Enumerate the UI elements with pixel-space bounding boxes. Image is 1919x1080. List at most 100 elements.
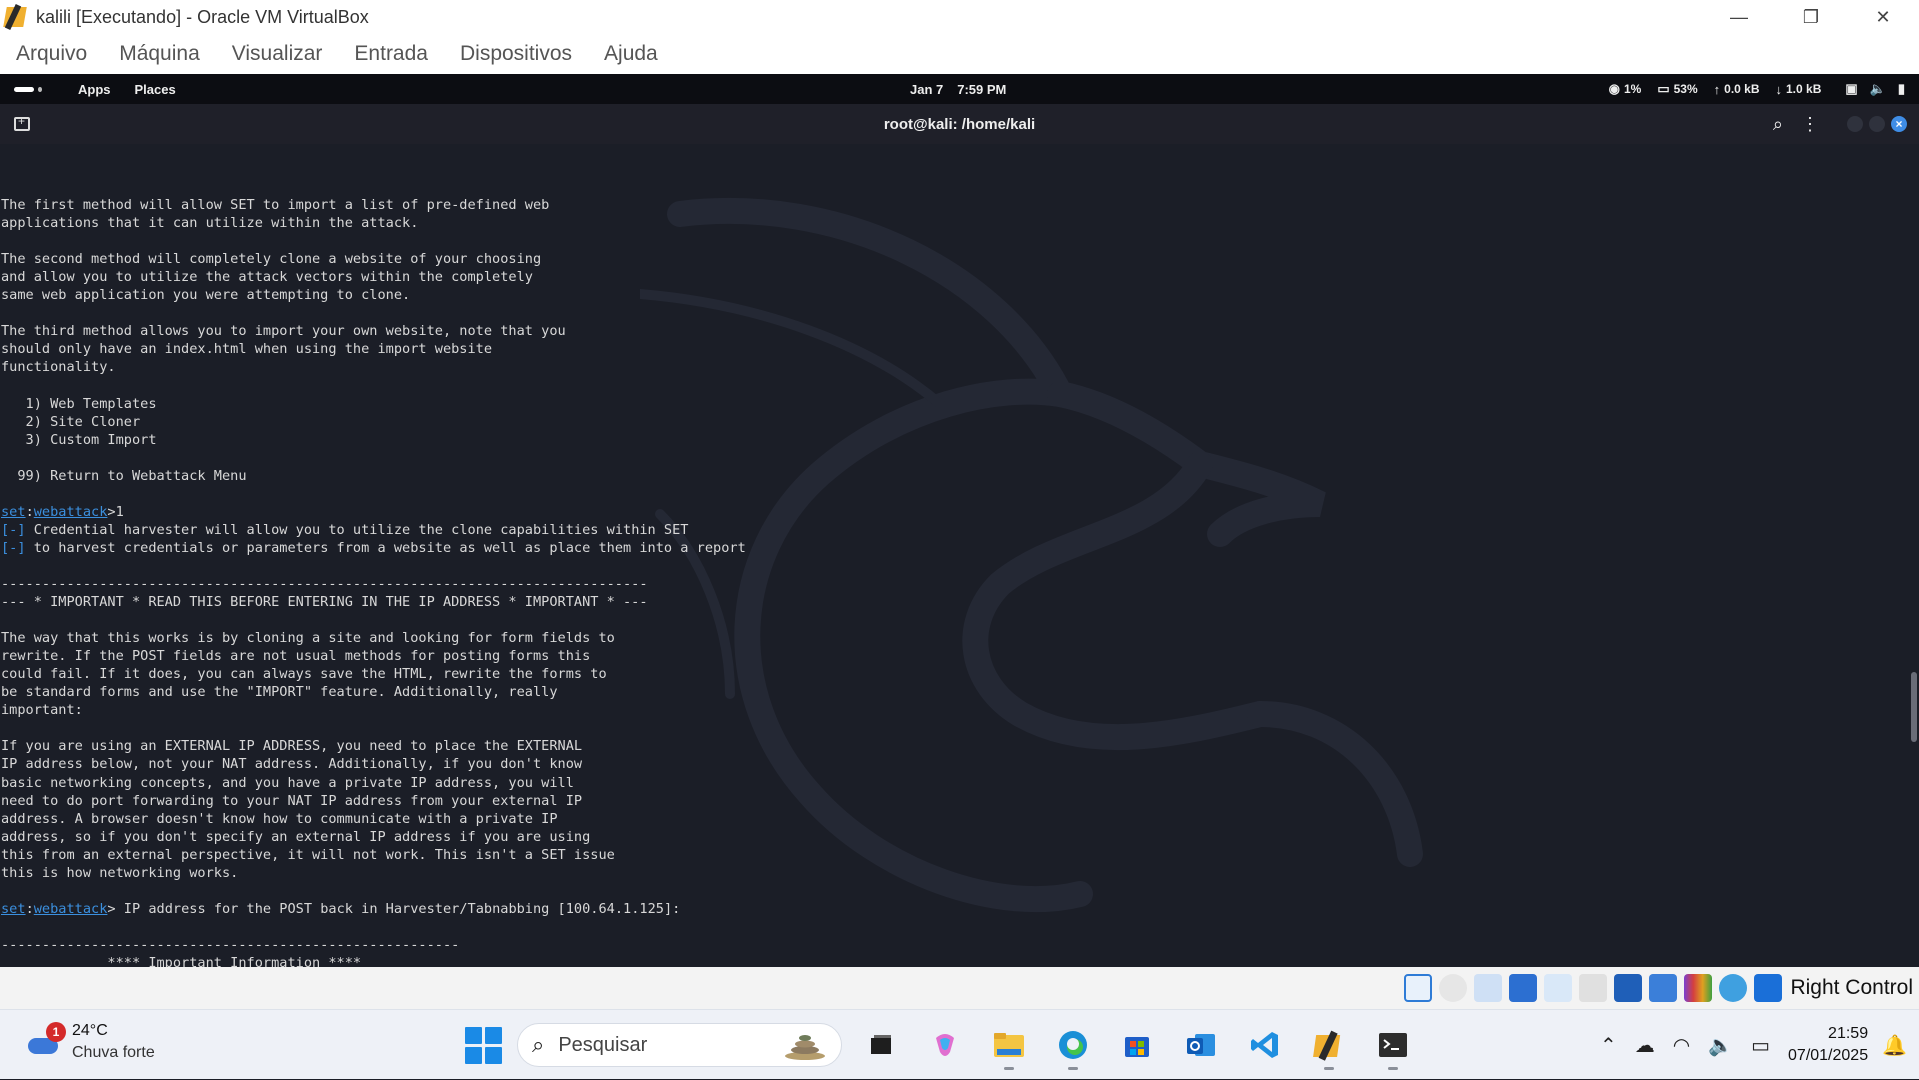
onedrive-icon[interactable]: ☁ (1635, 1033, 1655, 1058)
terminal-line: The way that this works is by cloning a … (1, 629, 746, 647)
panel-clock[interactable]: Jan 7 7:59 PM (910, 82, 1006, 97)
cpu-indicator[interactable]: ◉ 1% (1609, 81, 1642, 97)
menu-visualizar[interactable]: Visualizar (232, 42, 323, 66)
terminal-line: need to do port forwarding to your NAT I… (1, 792, 746, 810)
kebab-menu-icon[interactable]: ⋮ (1801, 114, 1819, 135)
clock-date: 07/01/2025 (1788, 1047, 1869, 1064)
notification-bell-icon[interactable]: 🔔 (1882, 1033, 1907, 1058)
volume-icon[interactable]: 🔈 (1870, 81, 1886, 97)
terminal-line: If you are using an EXTERNAL IP ADDRESS,… (1, 737, 746, 755)
prompt-set: set (1, 503, 26, 520)
copilot-icon[interactable] (920, 1020, 970, 1070)
close-window-button[interactable]: × (1891, 116, 1907, 132)
menu-arquivo[interactable]: Arquivo (16, 42, 87, 66)
search-box[interactable]: ⌕ Pesquisar (517, 1023, 842, 1067)
terminal-icon[interactable] (1368, 1020, 1418, 1070)
upload-indicator[interactable]: ↑ 0.0 kB (1714, 82, 1760, 97)
virtualbox-taskbar-icon[interactable] (1304, 1020, 1354, 1070)
weather-widget[interactable]: 1 24°C Chuva forte (24, 1020, 155, 1064)
chevron-up-icon[interactable]: ⌃ (1600, 1033, 1617, 1058)
optical-drive-icon[interactable] (1439, 974, 1468, 1002)
panel-time: 7:59 PM (957, 81, 1007, 97)
restore-button[interactable]: ❐ (1775, 0, 1847, 34)
start-button[interactable] (463, 1025, 503, 1065)
battery-icon[interactable]: ▭ (1751, 1033, 1770, 1058)
terminal-line-text: should only have an index.html when usin… (1, 341, 493, 358)
display-settings-icon[interactable] (1614, 974, 1643, 1002)
menu-entrada[interactable]: Entrada (354, 42, 428, 66)
activities-icon[interactable] (14, 86, 42, 92)
terminal-line-text: ----------------------------------------… (1, 575, 648, 592)
maximize-window-button[interactable] (1869, 116, 1885, 132)
places-menu[interactable]: Places (135, 82, 176, 97)
hard-disk-icon[interactable] (1404, 974, 1433, 1002)
terminal-line: [-] Credential harvester will allow you … (1, 521, 746, 539)
terminal-line: --- * IMPORTANT * READ THIS BEFORE ENTER… (1, 593, 746, 611)
vbox-title-bar: kalili [Executando] - Oracle VM VirtualB… (0, 0, 1919, 34)
menu-dispositivos[interactable]: Dispositivos (460, 42, 572, 66)
terminal-line-text: >1 (107, 503, 124, 520)
terminal-line-text: same web application you were attempting… (1, 287, 411, 304)
close-button[interactable]: ✕ (1847, 0, 1919, 34)
new-tab-icon[interactable] (14, 114, 30, 131)
terminal-line-text: If you are using an EXTERNAL IP ADDRESS,… (1, 738, 583, 755)
memory-icon: ▭ (1657, 81, 1670, 96)
terminal-line: ----------------------------------------… (1, 575, 746, 593)
terminal-output[interactable]: The first method will allow SET to impor… (0, 144, 1919, 967)
window-controls: — ❐ ✕ (1703, 0, 1919, 34)
usb-icon[interactable] (1544, 974, 1573, 1002)
recording-icon[interactable] (1649, 974, 1678, 1002)
menu-ajuda[interactable]: Ajuda (604, 42, 658, 66)
terminal-line: rewrite. If the POST fields are not usua… (1, 647, 746, 665)
network-icon[interactable] (1509, 974, 1538, 1002)
terminal-line-text: this from an external perspective, it wi… (1, 846, 615, 863)
terminal-line-text: > IP address for the POST back in Harves… (107, 900, 681, 917)
terminal-line-text: need to do port forwarding to your NAT I… (1, 792, 583, 809)
terminal-line: this from an external perspective, it wi… (1, 846, 746, 864)
guest-additions-icon[interactable] (1719, 974, 1748, 1002)
apps-menu[interactable]: Apps (78, 82, 111, 97)
terminal-line: functionality. (1, 358, 746, 376)
file-explorer-icon[interactable] (984, 1020, 1034, 1070)
system-clock[interactable]: 21:59 07/01/2025 (1788, 1023, 1868, 1067)
memory-indicator[interactable]: ▭ 53% (1657, 81, 1697, 97)
wifi-icon[interactable]: ◠ (1673, 1033, 1690, 1058)
vbox-menu-bar: Arquivo Máquina Visualizar Entrada Dispo… (0, 34, 1919, 74)
terminal-line-text: 3) Custom Import (1, 431, 157, 448)
microsoft-store-icon[interactable] (1112, 1020, 1162, 1070)
vscode-icon[interactable] (1240, 1020, 1290, 1070)
terminal-line: 1) Web Templates (1, 395, 746, 413)
outlook-icon[interactable] (1176, 1020, 1226, 1070)
minimize-button[interactable]: — (1703, 0, 1775, 34)
terminal-line: could fail. If it does, you can always s… (1, 665, 746, 683)
host-key-label[interactable]: Right Control (1790, 976, 1913, 1000)
guest-display[interactable]: Apps Places Jan 7 7:59 PM ◉ 1% ▭ 53% ↑ 0.0 k… (0, 74, 1919, 967)
audio-icon[interactable] (1474, 974, 1503, 1002)
terminal-line-text: IP address below, not your NAT address. … (1, 756, 583, 773)
shared-folders-icon[interactable] (1579, 974, 1608, 1002)
terminal-line: set:webattack>1 (1, 503, 124, 520)
terminal-line: IP address below, not your NAT address. … (1, 755, 746, 773)
vt-x-icon[interactable] (1684, 974, 1713, 1002)
taskbar-apps: ⌕ Pesquisar (463, 1020, 1418, 1070)
search-highlight-image (785, 1035, 825, 1060)
display-icon[interactable]: ▣ (1845, 81, 1857, 97)
terminal-line-text: basic networking concepts, and you have … (1, 774, 574, 791)
clock-time: 21:59 (1828, 1025, 1869, 1042)
menu-maquina[interactable]: Máquina (119, 42, 200, 66)
terminal-scrollbar[interactable] (1911, 672, 1917, 742)
panel-indicators: ◉ 1% ▭ 53% ↑ 0.0 kB ↓ 1.0 kB ▣ 🔈 ▮ (1609, 74, 1905, 104)
terminal-line: this is how networking works. (1, 864, 746, 882)
edge-icon[interactable] (1048, 1020, 1098, 1070)
search-icon[interactable]: ⌕ (1773, 114, 1783, 135)
speaker-icon[interactable]: 🔈 (1708, 1033, 1733, 1058)
windows-taskbar: 1 24°C Chuva forte ⌕ Pesquisar ⌃ ☁ ◠ 🔈 ▭… (0, 1009, 1919, 1079)
download-indicator[interactable]: ↓ 1.0 kB (1776, 82, 1822, 97)
battery-icon[interactable]: ▮ (1898, 81, 1905, 97)
mouse-integration-icon[interactable] (1754, 974, 1783, 1002)
terminal-title: root@kali: /home/kali (883, 115, 1036, 133)
task-view-icon[interactable] (856, 1020, 906, 1070)
minimize-window-button[interactable] (1847, 116, 1863, 132)
